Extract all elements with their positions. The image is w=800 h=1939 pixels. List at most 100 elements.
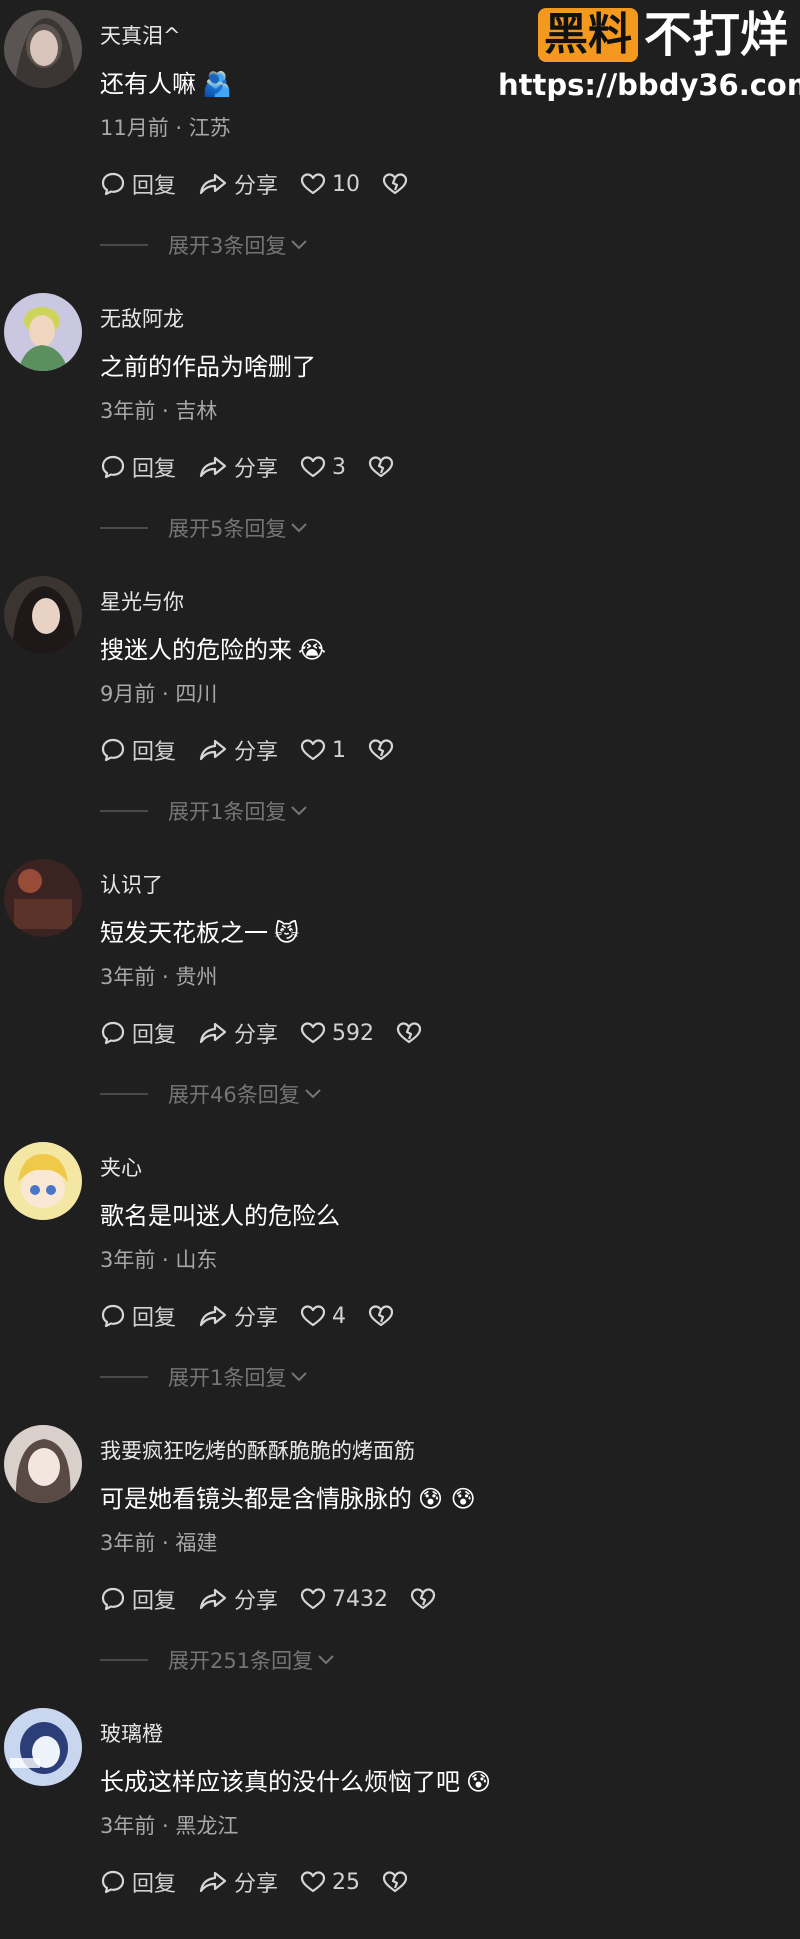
like-button[interactable]: 4	[300, 1304, 346, 1329]
chevron-down-icon	[291, 806, 308, 816]
like-count: 1	[332, 737, 347, 763]
comment-item: 天真泪^ 还有人嘛 🫂 11月前 · 江苏 回复 分享 10 展开3条回复	[0, 0, 800, 283]
avatar[interactable]	[4, 1708, 82, 1786]
comment-text: 搜迷人的危险的来 😭	[100, 630, 326, 665]
expand-replies[interactable]: 展开1条回复	[100, 796, 308, 826]
comment-username[interactable]: 夹心	[100, 1152, 142, 1182]
comment-text-body: 短发天花板之一	[100, 919, 268, 947]
like-button[interactable]: 10	[300, 172, 360, 197]
dislike-button[interactable]	[368, 738, 394, 762]
expand-replies[interactable]: 展开1条回复	[100, 1362, 308, 1392]
avatar[interactable]	[4, 859, 82, 937]
comment-item: 夹心 歌名是叫迷人的危险么 3年前 · 山东 回复 分享 4 展开1条回复	[0, 1132, 800, 1415]
comment-text-body: 搜迷人的危险的来	[100, 636, 292, 664]
comment-text: 长成这样应该真的没什么烦恼了吧 😰	[100, 1762, 491, 1797]
reply-button[interactable]: 回复	[100, 734, 176, 766]
expand-replies[interactable]: 展开3条回复	[100, 230, 308, 260]
broken-heart-icon	[368, 739, 394, 761]
reply-button[interactable]: 回复	[100, 168, 176, 200]
expand-replies-label: 展开1条回复	[168, 1366, 287, 1390]
comment-text: 歌名是叫迷人的危险么	[100, 1196, 346, 1231]
reply-button[interactable]: 回复	[100, 1583, 176, 1615]
broken-heart-icon	[410, 1588, 436, 1610]
dislike-button[interactable]	[368, 1304, 394, 1328]
expand-replies[interactable]: 展开46条回复	[100, 1079, 322, 1109]
comment-meta: 3年前 · 山东	[100, 1248, 218, 1272]
dislike-button[interactable]	[368, 455, 394, 479]
share-button[interactable]: 分享	[198, 1583, 278, 1615]
comment-username[interactable]: 星光与你	[100, 586, 184, 616]
share-button[interactable]: 分享	[198, 1017, 278, 1049]
comment-meta: 3年前 · 贵州	[100, 965, 218, 989]
share-button[interactable]: 分享	[198, 1866, 278, 1898]
share-icon	[199, 1871, 227, 1893]
comment-meta: 3年前 · 黑龙江	[100, 1814, 239, 1838]
share-button[interactable]: 分享	[198, 451, 278, 483]
dislike-button[interactable]	[410, 1587, 436, 1611]
reply-label: 回复	[132, 1872, 177, 1897]
reply-icon	[101, 1587, 125, 1611]
reply-button[interactable]: 回复	[100, 1866, 176, 1898]
reply-label: 回复	[132, 1306, 177, 1331]
expand-replies-label: 展开5条回复	[168, 517, 287, 541]
emoji: 😰	[466, 1768, 492, 1796]
like-count: 592	[332, 1020, 375, 1046]
comment-item: 星光与你 搜迷人的危险的来 😭 9月前 · 四川 回复 分享 1 展开1条回复	[0, 566, 800, 849]
comment-text-body: 歌名是叫迷人的危险么	[100, 1202, 340, 1230]
comment-username[interactable]: 天真泪^	[100, 20, 181, 50]
comment-text-body: 之前的作品为啥删了	[100, 353, 316, 381]
reply-icon	[101, 1870, 125, 1894]
expand-replies-label: 展开251条回复	[168, 1649, 314, 1673]
like-button[interactable]: 1	[300, 738, 346, 763]
avatar[interactable]	[4, 1425, 82, 1503]
like-button[interactable]: 7432	[300, 1587, 388, 1612]
like-button[interactable]: 3	[300, 455, 346, 480]
expand-replies[interactable]: 展开5条回复	[100, 513, 308, 543]
divider	[100, 527, 148, 529]
share-button[interactable]: 分享	[198, 168, 278, 200]
comment-username[interactable]: 无敌阿龙	[100, 303, 184, 333]
share-label: 分享	[234, 740, 279, 765]
reply-button[interactable]: 回复	[100, 451, 176, 483]
heart-icon	[300, 1588, 326, 1610]
dislike-button[interactable]	[396, 1021, 422, 1045]
reply-label: 回复	[132, 174, 177, 199]
share-label: 分享	[234, 1023, 279, 1048]
comment-item: 无敌阿龙 之前的作品为啥删了 3年前 · 吉林 回复 分享 3 展开5条回复	[0, 283, 800, 566]
dislike-button[interactable]	[382, 172, 408, 196]
expand-replies-label: 展开1条回复	[168, 800, 287, 824]
avatar[interactable]	[4, 576, 82, 654]
like-button[interactable]: 25	[300, 1870, 360, 1895]
divider	[100, 810, 148, 812]
like-count: 3	[332, 454, 347, 480]
reply-button[interactable]: 回复	[100, 1017, 176, 1049]
comment-username[interactable]: 我要疯狂吃烤的酥酥脆脆的烤面筋	[100, 1435, 415, 1465]
heart-icon	[300, 739, 326, 761]
avatar[interactable]	[4, 10, 82, 88]
reply-label: 回复	[132, 1023, 177, 1048]
comment-username[interactable]: 玻璃橙	[100, 1718, 163, 1748]
expand-replies-label: 展开3条回复	[168, 234, 287, 258]
comment-actions: 回复 分享 1	[100, 734, 416, 766]
emoji: 😼	[274, 919, 300, 947]
broken-heart-icon	[368, 1305, 394, 1327]
reply-label: 回复	[132, 1589, 177, 1614]
avatar[interactable]	[4, 1142, 82, 1220]
reply-icon	[101, 738, 125, 762]
like-button[interactable]: 592	[300, 1021, 374, 1046]
avatar[interactable]	[4, 293, 82, 371]
comment-username[interactable]: 认识了	[100, 869, 163, 899]
dislike-button[interactable]	[382, 1870, 408, 1894]
reply-icon	[101, 455, 125, 479]
reply-button[interactable]: 回复	[100, 1300, 176, 1332]
share-button[interactable]: 分享	[198, 734, 278, 766]
like-count: 25	[332, 1869, 361, 1895]
reply-icon	[101, 1021, 125, 1045]
expand-replies[interactable]: 展开251条回复	[100, 1645, 335, 1675]
emoji: 🫂	[202, 70, 232, 98]
share-button[interactable]: 分享	[198, 1300, 278, 1332]
reply-label: 回复	[132, 457, 177, 482]
reply-icon	[101, 172, 125, 196]
comment-meta: 3年前 · 福建	[100, 1531, 218, 1555]
broken-heart-icon	[382, 173, 408, 195]
